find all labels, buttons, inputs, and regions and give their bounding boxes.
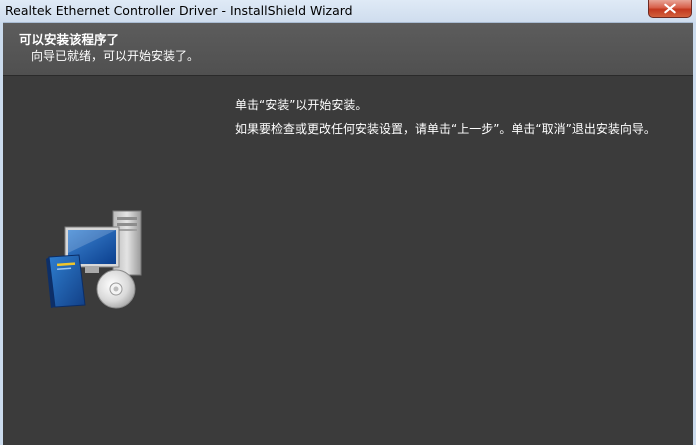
close-button[interactable]	[648, 0, 692, 18]
wizard-header: 可以安装该程序了 向导已就绪，可以开始安装了。	[3, 23, 693, 76]
close-icon	[664, 3, 676, 14]
title-bar[interactable]: Realtek Ethernet Controller Driver - Ins…	[0, 0, 696, 23]
header-title: 可以安装该程序了	[19, 32, 120, 47]
instruction-line-2: 如果要检查或更改任何安装设置，请单击“上一步”。单击“取消”退出安装向导。	[235, 122, 656, 136]
instruction-line-1: 单击“安装”以开始安装。	[235, 98, 368, 112]
installshield-window: Realtek Ethernet Controller Driver - Ins…	[0, 0, 696, 445]
window-title: Realtek Ethernet Controller Driver - Ins…	[5, 3, 353, 18]
computer-install-icon	[46, 210, 142, 309]
header-subtitle: 向导已就绪，可以开始安装了。	[31, 49, 200, 63]
wizard-client-area: 可以安装该程序了 向导已就绪，可以开始安装了。 单击“安装”以开始安装。 如果要…	[3, 23, 693, 445]
